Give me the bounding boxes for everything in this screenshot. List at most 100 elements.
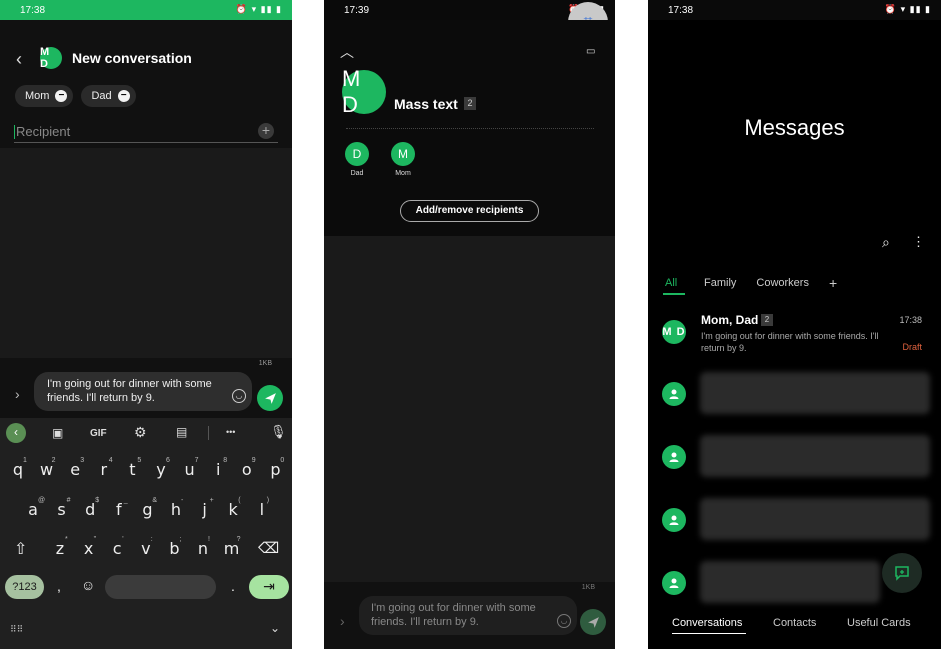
member-avatar: M <box>391 142 415 166</box>
send-icon <box>264 392 276 404</box>
conversation-item[interactable]: M D Mom, Dad 2 17:38 I'm going out for d… <box>648 312 941 357</box>
video-call-icon[interactable]: ▭ <box>586 46 595 57</box>
person-icon <box>669 578 679 588</box>
collapse-icon[interactable]: ︿ <box>340 42 354 62</box>
backspace-key[interactable]: ⌫ <box>258 539 279 557</box>
compose-icon <box>895 566 909 581</box>
page-title: Messages <box>744 115 845 140</box>
conversation-time: 17:38 <box>899 315 922 325</box>
message-input[interactable]: I'm going out for dinner with some frien… <box>359 596 577 635</box>
member-dad[interactable]: D Dad <box>345 142 369 177</box>
member-avatar: D <box>345 142 369 166</box>
comma-key[interactable]: , <box>57 578 61 594</box>
member-count-badge: 2 <box>464 97 476 110</box>
key-v[interactable]: v <box>134 539 158 558</box>
divider <box>346 128 594 129</box>
hide-keyboard-icon[interactable]: ⌄ <box>270 621 280 635</box>
blurred-conversation[interactable] <box>700 561 880 603</box>
status-bar: 17:38 ⏰ ▾ ▮▮ ▮ <box>0 0 292 20</box>
key-hint: ; <box>179 536 182 543</box>
new-conversation-button[interactable] <box>882 553 922 593</box>
tab-family[interactable]: Family <box>704 277 736 289</box>
recipient-chip-dad[interactable]: Dad − <box>81 85 136 107</box>
clipboard-icon[interactable]: ▤ <box>176 425 187 439</box>
gif-button[interactable]: GIF <box>90 428 107 439</box>
conversation-area <box>324 236 615 582</box>
blurred-conversation[interactable] <box>700 498 930 540</box>
contact-avatar[interactable] <box>662 571 686 595</box>
nav-useful-cards[interactable]: Useful Cards <box>847 617 911 629</box>
tab-all[interactable]: All <box>663 277 685 295</box>
add-remove-recipients-button[interactable]: Add/remove recipients <box>400 200 539 222</box>
conversation-avatar: M D <box>40 46 62 70</box>
keyboard-grid-icon[interactable]: ⠿⠿ <box>10 624 23 635</box>
expand-icon[interactable]: › <box>15 386 20 402</box>
more-icon[interactable]: ••• <box>226 427 235 437</box>
member-mom[interactable]: M Mom <box>391 142 415 177</box>
key-b[interactable]: b <box>162 539 186 558</box>
key-k[interactable]: k <box>221 500 245 519</box>
back-icon[interactable]: ‹ <box>16 49 22 70</box>
key-h[interactable]: h <box>164 500 188 519</box>
key-hint: 4 <box>108 457 113 464</box>
key-l[interactable]: l <box>250 500 274 519</box>
key-hint: @ <box>38 497 46 504</box>
search-icon[interactable]: ⌕ <box>882 234 890 251</box>
chip-label: Dad <box>91 90 112 102</box>
symbols-key[interactable]: ?123 <box>5 575 44 599</box>
send-button[interactable] <box>580 609 606 635</box>
add-tab-icon[interactable]: + <box>829 276 837 290</box>
space-key[interactable] <box>105 575 216 599</box>
key-x[interactable]: x <box>77 539 101 558</box>
contact-avatar[interactable] <box>662 382 686 406</box>
remove-icon[interactable]: − <box>117 90 130 102</box>
period-key[interactable]: . <box>231 578 235 594</box>
status-icons: ⏰ ▾ ▮▮ ▮ <box>884 4 931 14</box>
more-options-icon[interactable]: ⋮ <box>912 234 925 250</box>
mic-icon[interactable]: 🎙 <box>270 424 287 440</box>
blurred-conversation[interactable] <box>700 372 930 414</box>
nav-conversations[interactable]: Conversations <box>672 617 746 634</box>
chip-label: Mom <box>25 90 50 102</box>
contact-avatar[interactable] <box>662 445 686 469</box>
key-hint: 5 <box>137 457 142 464</box>
key-hint: : <box>150 536 153 543</box>
shift-key[interactable]: ⇧ <box>14 539 27 559</box>
settings-icon[interactable]: ⚙ <box>134 424 147 441</box>
key-hint: # <box>66 497 71 504</box>
recipient-chip-mom[interactable]: Mom − <box>15 85 74 107</box>
toolbar-divider <box>208 426 209 440</box>
message-input[interactable]: I'm going out for dinner with some frien… <box>34 372 252 411</box>
blurred-conversation[interactable] <box>700 435 930 477</box>
key-c[interactable]: c <box>105 539 129 558</box>
tab-underline <box>663 293 685 295</box>
emoji-key[interactable]: ☺ <box>81 577 95 593</box>
add-recipient-icon[interactable]: + <box>258 123 274 139</box>
conversation-preview: I'm going out for dinner with some frien… <box>701 331 879 353</box>
key-z[interactable]: z <box>48 539 72 558</box>
emoji-icon[interactable]: ◡ <box>232 389 246 403</box>
enter-key[interactable]: ⇥ <box>249 575 289 599</box>
recipient-input[interactable]: Recipient + <box>14 121 278 143</box>
key-n[interactable]: n <box>191 539 215 558</box>
remove-icon[interactable]: − <box>55 90 68 102</box>
contact-avatar[interactable] <box>662 508 686 532</box>
send-button[interactable] <box>257 385 283 411</box>
key-hint: 0 <box>280 457 285 464</box>
message-text: I'm going out for dinner with some frien… <box>371 602 536 628</box>
key-hint: _ <box>123 497 128 504</box>
message-size: 1KB <box>581 584 595 591</box>
conversation-area <box>0 148 292 358</box>
tab-coworkers[interactable]: Coworkers <box>756 277 809 289</box>
person-icon <box>669 515 679 525</box>
emoji-icon[interactable]: ◡ <box>557 614 571 628</box>
keyboard: ‹ ▣ GIF ⚙ ▤ ••• 🎙 q1w2e3r4t5y6u7i8o9p0 a… <box>0 418 292 649</box>
member-name: Dad <box>350 170 364 177</box>
text-cursor <box>14 124 15 139</box>
sticker-icon[interactable]: ▣ <box>52 426 63 440</box>
nav-contacts[interactable]: Contacts <box>773 617 816 629</box>
key-hint: 6 <box>166 457 170 464</box>
keyboard-back-button[interactable]: ‹ <box>6 423 26 443</box>
expand-icon[interactable]: › <box>340 613 345 629</box>
key-hint: 9 <box>251 457 256 464</box>
